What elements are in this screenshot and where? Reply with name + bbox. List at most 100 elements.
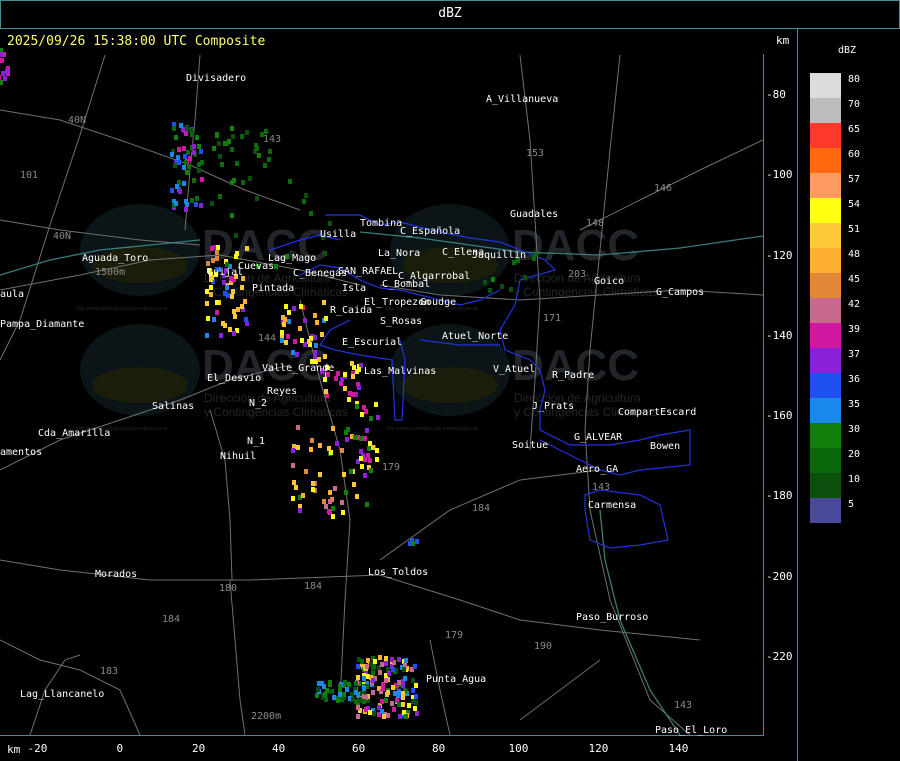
echo-cell — [170, 188, 174, 193]
place-label: Morados — [95, 569, 138, 580]
echo-cell — [411, 541, 415, 546]
echo-cell — [314, 343, 318, 348]
route-label: 143 — [592, 482, 611, 493]
place-label: Cda_Amarilla — [38, 428, 111, 439]
watermark-line: y Contingencias Climáticas — [204, 405, 348, 419]
echo-cell — [234, 233, 238, 238]
echo-cell — [200, 177, 204, 182]
echo-cell — [283, 317, 287, 322]
place-label: La_Nora — [378, 248, 421, 259]
echo-cell — [365, 502, 369, 507]
map-canvas[interactable]: DACCDirección de Agriculturay Contingenc… — [0, 0, 900, 761]
echo-cell — [210, 246, 214, 251]
echo-cell — [331, 514, 335, 519]
echo-cell — [363, 473, 367, 478]
place-label: Quijal — [207, 267, 244, 278]
route-label: 1500m — [95, 267, 126, 278]
echo-cell — [387, 671, 391, 676]
echo-cell — [284, 340, 288, 345]
route-label: 148 — [586, 218, 605, 229]
echo-cell — [374, 402, 378, 407]
echo-cell — [212, 317, 216, 322]
place-label: Isla — [342, 283, 367, 294]
echo-cell — [245, 246, 249, 251]
echo-cell — [360, 412, 364, 417]
echo-cell — [356, 714, 360, 719]
echo-cell — [333, 486, 337, 491]
echo-cell — [217, 141, 221, 146]
y-tick: -220 — [766, 650, 793, 663]
echo-cell — [240, 304, 244, 309]
echo-cell — [215, 310, 219, 315]
x-tick: 0 — [116, 742, 124, 755]
echo-cell — [199, 149, 203, 154]
echo-cell — [534, 252, 538, 257]
place-label: Goico — [594, 276, 625, 287]
route-label: 171 — [543, 313, 562, 324]
echo-cell — [381, 686, 385, 691]
echo-cell — [318, 472, 322, 477]
y-tick: -200 — [766, 570, 793, 583]
legend-swatch — [810, 373, 841, 398]
place-label: Valle_Grande — [262, 363, 335, 374]
echo-cell — [197, 144, 201, 149]
echo-cell — [230, 147, 234, 152]
echo-cell — [328, 680, 332, 685]
echo-cell — [341, 510, 345, 515]
x-tick: 80 — [432, 742, 446, 755]
place-label: Divisadero — [186, 73, 247, 84]
echo-cell — [324, 389, 328, 394]
echo-cell — [327, 509, 331, 514]
echo-cell — [296, 425, 300, 430]
echo-cell — [378, 655, 382, 660]
echo-cell — [415, 711, 419, 716]
echo-cell — [343, 386, 347, 391]
echo-cell — [173, 163, 177, 168]
y-axis-unit: km — [776, 34, 790, 47]
echo-cell — [282, 322, 286, 327]
echo-cell — [230, 126, 234, 131]
y-tick: -140 — [766, 329, 793, 342]
echo-cell — [5, 69, 9, 74]
echo-cell — [223, 291, 227, 296]
route-label: 184 — [472, 503, 491, 514]
place-label: Pampa_Diamante — [0, 319, 85, 330]
echo-cell — [380, 709, 384, 714]
legend-value: 10 — [848, 474, 861, 485]
watermark-logo-text: DACC — [512, 221, 639, 270]
legend-value: 20 — [848, 449, 861, 460]
place-label: J_Prats — [532, 401, 575, 412]
echo-cell — [353, 435, 357, 440]
legend-swatch — [810, 98, 841, 123]
echo-cell — [355, 494, 359, 499]
legend-swatch — [810, 398, 841, 423]
echo-cell — [215, 250, 219, 255]
y-tick: -180 — [766, 489, 793, 502]
echo-cell — [322, 499, 326, 504]
route-label: 146 — [654, 183, 673, 194]
echo-cell — [255, 196, 259, 201]
echo-cell — [320, 681, 324, 686]
route-label: 179 — [445, 630, 464, 641]
echo-cell — [343, 372, 347, 377]
echo-cell — [209, 292, 213, 297]
echo-cell — [413, 664, 417, 669]
echo-cell — [317, 357, 321, 362]
echo-cell — [357, 367, 361, 372]
echo-cell — [232, 331, 236, 336]
echo-cell — [291, 496, 295, 501]
x-tick: -20 — [27, 742, 48, 755]
route-label: 101 — [20, 170, 39, 181]
echo-cell — [248, 176, 252, 181]
echo-cell — [233, 314, 237, 319]
echo-cell — [404, 658, 408, 663]
place-label: Soitue — [512, 440, 549, 451]
watermark-url: http://www.contingencias.mendoza.gov.ar — [386, 426, 478, 432]
echo-cell — [243, 299, 247, 304]
echo-cell — [190, 198, 194, 203]
place-label: Punta_Agua — [426, 674, 487, 685]
place-label: Jaquillin — [472, 250, 527, 261]
echo-cell — [360, 659, 364, 664]
echo-cell — [369, 416, 373, 421]
legend-swatch — [810, 298, 841, 323]
